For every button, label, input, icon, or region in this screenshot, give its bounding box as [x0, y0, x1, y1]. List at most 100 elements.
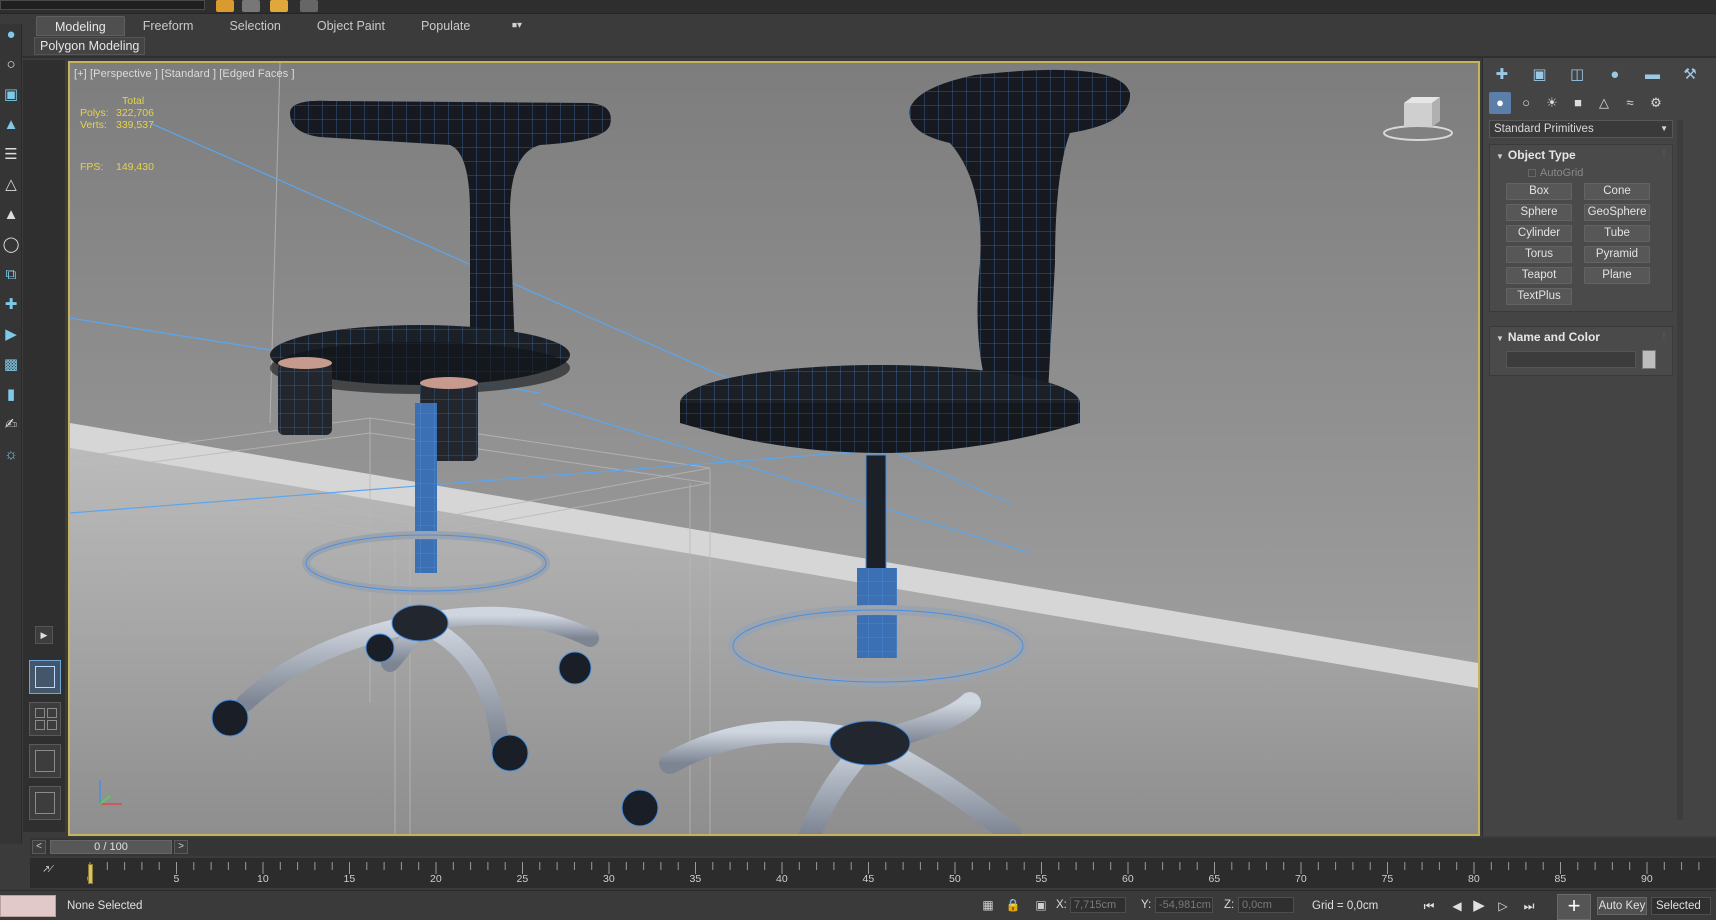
stack-icon[interactable]: [242, 0, 260, 12]
y-label: Y:: [1141, 899, 1152, 911]
tab-selection[interactable]: Selection: [211, 16, 298, 36]
modify-tab-icon[interactable]: ▣: [1528, 64, 1550, 86]
ring-icon[interactable]: ◯: [2, 236, 20, 254]
column-icon[interactable]: ▮: [2, 386, 20, 404]
motion-tab-icon[interactable]: ●: [1604, 64, 1626, 86]
sphere-button[interactable]: Sphere: [1506, 204, 1572, 221]
spacewarps-icon[interactable]: ≈: [1619, 92, 1641, 114]
ribbon-tabs: Modeling Freeform Selection Object Paint…: [36, 16, 488, 36]
tab-object-paint[interactable]: Object Paint: [299, 16, 403, 36]
create-category-icons: ● ○ ☀ ■ △ ≈ ⚙: [1489, 91, 1689, 115]
primitive-type-dropdown[interactable]: Standard Primitives ▼: [1489, 120, 1673, 138]
next-frame-button[interactable]: >: [174, 840, 188, 854]
tube-button[interactable]: Tube: [1584, 225, 1650, 242]
tree-icon[interactable]: ▲: [2, 116, 20, 134]
lights-icon[interactable]: ☀: [1541, 92, 1563, 114]
viewcube-icon[interactable]: [1382, 93, 1454, 143]
set-key-icon[interactable]: +: [1557, 894, 1591, 920]
workspace-field[interactable]: [0, 0, 205, 10]
stats-polys-value: 322,706: [116, 107, 154, 119]
tick-label: 50: [949, 873, 961, 885]
layout-single-2[interactable]: [29, 786, 61, 820]
helpers-icon[interactable]: △: [1593, 92, 1615, 114]
track-bar[interactable]: ↗∕ 051015202530354045505560657075808590: [30, 858, 1716, 888]
viewport-layout-strip: ▶: [23, 60, 65, 832]
tab-populate[interactable]: Populate: [403, 16, 488, 36]
teapot-button[interactable]: Teapot: [1506, 267, 1572, 284]
group-icon[interactable]: ▩: [2, 356, 20, 374]
tab-modeling[interactable]: Modeling: [36, 16, 125, 36]
textplus-button[interactable]: TextPlus: [1506, 288, 1572, 305]
y-coordinate-field[interactable]: -54,981cm: [1155, 897, 1213, 913]
pyramid-button[interactable]: Pyramid: [1584, 246, 1650, 263]
play-icon[interactable]: ▶: [1470, 897, 1488, 915]
cone-button[interactable]: Cone: [1584, 183, 1650, 200]
current-frame-marker[interactable]: [88, 864, 93, 884]
box-button[interactable]: Box: [1506, 183, 1572, 200]
tick-label: 5: [173, 873, 180, 885]
autogrid-checkbox[interactable]: AutoGrid: [1490, 165, 1672, 181]
tick-label: 35: [689, 873, 702, 885]
hierarchy-tab-icon[interactable]: ◫: [1566, 64, 1588, 86]
explorer-icon[interactable]: [270, 0, 288, 12]
expand-arrow-icon[interactable]: ▶: [35, 626, 53, 644]
next-key-icon[interactable]: ▷: [1494, 897, 1512, 915]
object-type-header[interactable]: ▼ Object Type: [1490, 145, 1672, 165]
key-filter-dropdown[interactable]: Selected: [1651, 897, 1711, 915]
bone-icon[interactable]: △: [2, 176, 20, 194]
display-tab-icon[interactable]: ▬: [1641, 64, 1663, 86]
cameras-icon[interactable]: ■: [1567, 92, 1589, 114]
perspective-viewport[interactable]: [+] [Perspective ] [Standard ] [Edged Fa…: [68, 61, 1480, 836]
isolate-icon[interactable]: ▦: [980, 897, 996, 913]
utilities-tab-icon[interactable]: ⚒: [1679, 64, 1701, 86]
x-coordinate-field[interactable]: 7,715cm: [1070, 897, 1126, 913]
go-to-start-icon[interactable]: ⏮: [1420, 897, 1438, 915]
tick-label: 15: [343, 873, 356, 885]
lock-icon[interactable]: 🔒: [1005, 897, 1021, 913]
plane-button[interactable]: Plane: [1584, 267, 1650, 284]
bulb-icon[interactable]: ●: [2, 26, 20, 44]
object-name-input[interactable]: [1506, 351, 1636, 368]
layout-quad[interactable]: [29, 702, 61, 736]
frame-counter[interactable]: 0 / 100: [50, 840, 172, 854]
camera-icon[interactable]: ▣: [2, 86, 20, 104]
maxscript-listener[interactable]: [0, 895, 56, 917]
viewport-label[interactable]: [+] [Perspective ] [Standard ] [Edged Fa…: [74, 68, 295, 80]
tree-select-icon[interactable]: ▲: [2, 206, 20, 224]
scene-render: [70, 63, 1478, 834]
polygon-modeling-panel[interactable]: Polygon Modeling: [34, 37, 146, 55]
copy-icon[interactable]: ⧉: [2, 266, 20, 284]
torus-button[interactable]: Torus: [1506, 246, 1572, 263]
layout-single[interactable]: [29, 744, 61, 778]
light-icon[interactable]: ☼: [2, 446, 20, 464]
cylinder-button[interactable]: Cylinder: [1506, 225, 1572, 242]
tab-freeform[interactable]: Freeform: [125, 16, 212, 36]
geosphere-button[interactable]: GeoSphere: [1584, 204, 1650, 221]
layout-single-active[interactable]: [29, 660, 61, 694]
rollout-grip-icon: ⋮: [1660, 331, 1668, 340]
name-color-header[interactable]: ▼ Name and Color: [1490, 327, 1672, 347]
list-icon[interactable]: ☰: [2, 146, 20, 164]
prev-frame-button[interactable]: <: [32, 840, 46, 854]
go-to-end-icon[interactable]: ⏭: [1520, 897, 1538, 915]
systems-icon[interactable]: ⚙: [1645, 92, 1667, 114]
move-icon[interactable]: ✚: [2, 296, 20, 314]
prev-key-icon[interactable]: ◀: [1448, 897, 1466, 915]
z-coordinate-field[interactable]: 0,0cm: [1238, 897, 1294, 913]
absolute-mode-icon[interactable]: ▣: [1033, 897, 1049, 913]
auto-key-button[interactable]: Auto Key: [1597, 897, 1647, 915]
tick-label: 55: [1035, 873, 1048, 885]
ribbon-menu-button[interactable]: ⏹▾: [512, 20, 522, 31]
play-clip-icon[interactable]: ▶: [2, 326, 20, 344]
object-color-swatch[interactable]: [1642, 350, 1656, 369]
command-panel-scrollbar[interactable]: [1677, 120, 1683, 820]
tick-label: 60: [1122, 873, 1134, 885]
layers-icon[interactable]: [216, 0, 234, 12]
geometry-icon[interactable]: ●: [1489, 92, 1511, 114]
hand-icon[interactable]: ✍: [2, 416, 20, 434]
ribbon-separator: [0, 56, 1716, 58]
sphere-select-icon[interactable]: ○: [2, 56, 20, 74]
render-icon[interactable]: [300, 0, 318, 12]
shapes-icon[interactable]: ○: [1515, 92, 1537, 114]
create-tab-icon[interactable]: ✚: [1491, 64, 1513, 86]
